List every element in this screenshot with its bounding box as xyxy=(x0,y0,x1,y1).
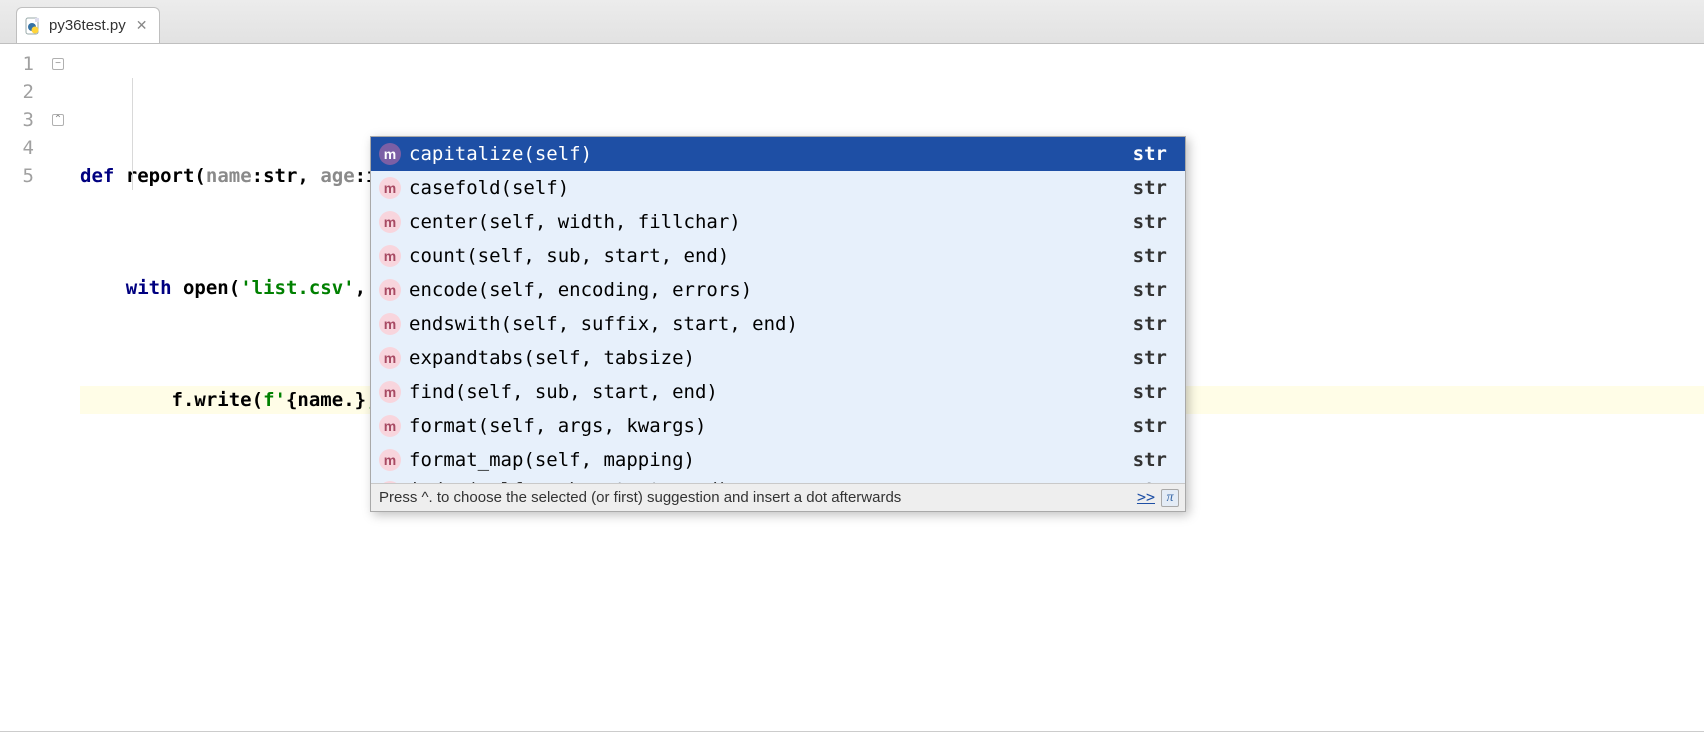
completion-item-label: expandtabs(self, tabsize) xyxy=(409,349,695,368)
completion-item-type: str xyxy=(1133,213,1167,232)
method-icon: m xyxy=(379,415,401,437)
completion-item-type: str xyxy=(1133,451,1167,470)
completion-popup[interactable]: mcapitalize(self)strmcasefold(self)strmc… xyxy=(370,136,1186,512)
completion-item[interactable]: m capitalize(self) str xyxy=(371,137,1185,171)
completion-item[interactable]: m find(self, sub, start, end) str xyxy=(371,375,1185,409)
line-number: 2 xyxy=(0,78,34,106)
completion-item-label: find(self, sub, start, end) xyxy=(409,383,718,402)
method-icon: m xyxy=(379,449,401,471)
method-icon: m xyxy=(379,143,401,165)
completion-item[interactable]: m endswith(self, suffix, start, end) str xyxy=(371,307,1185,341)
completion-item-label: encode(self, encoding, errors) xyxy=(409,281,752,300)
completion-item-type: str xyxy=(1133,349,1167,368)
line-number: 5 xyxy=(0,162,34,190)
completion-item[interactable]: m casefold(self) str xyxy=(371,171,1185,205)
completion-item-type: str xyxy=(1133,417,1167,436)
python-file-icon xyxy=(25,17,43,35)
fold-end-icon[interactable]: ⌃ xyxy=(52,114,64,126)
completion-item-type: str xyxy=(1133,179,1167,198)
editor-tab[interactable]: py36test.py ✕ xyxy=(16,7,160,43)
pi-icon[interactable]: π xyxy=(1161,489,1179,507)
completion-item[interactable]: m center(self, width, fillchar) str xyxy=(371,205,1185,239)
completion-hint: Press ^. to choose the selected (or firs… xyxy=(379,490,901,505)
completion-more-link[interactable]: >> xyxy=(1137,490,1155,505)
completion-item-cutoff: m index(self, sub, start, end) str xyxy=(371,477,1185,483)
completion-list[interactable]: mcapitalize(self)strmcasefold(self)strmc… xyxy=(371,137,1185,483)
completion-item[interactable]: m format_map(self, mapping) str xyxy=(371,443,1185,477)
method-icon: m xyxy=(379,481,401,483)
method-icon: m xyxy=(379,347,401,369)
line-number: 1 xyxy=(0,50,34,78)
completion-item-label: format_map(self, mapping) xyxy=(409,451,695,470)
fold-gutter: − ⌃ xyxy=(44,44,72,731)
method-icon: m xyxy=(379,245,401,267)
completion-item-type: str xyxy=(1133,247,1167,266)
completion-item-label: index(self, sub, start, end) xyxy=(409,481,729,483)
completion-item-type: str xyxy=(1133,145,1167,164)
method-icon: m xyxy=(379,279,401,301)
method-icon: m xyxy=(379,313,401,335)
completion-item-label: format(self, args, kwargs) xyxy=(409,417,706,436)
completion-item-type: str xyxy=(1133,383,1167,402)
code-line xyxy=(80,582,1704,610)
tab-filename: py36test.py xyxy=(49,17,126,34)
completion-item-type: str xyxy=(1133,315,1167,334)
completion-item-label: center(self, width, fillchar) xyxy=(409,213,741,232)
completion-footer: Press ^. to choose the selected (or firs… xyxy=(371,483,1185,511)
method-icon: m xyxy=(379,177,401,199)
line-number-gutter: 1 2 3 4 5 xyxy=(0,44,44,731)
completion-item-label: capitalize(self) xyxy=(409,145,592,164)
completion-item[interactable]: m format(self, args, kwargs) str xyxy=(371,409,1185,443)
line-number: 3 xyxy=(0,106,34,134)
completion-item-label: endswith(self, suffix, start, end) xyxy=(409,315,798,334)
completion-item[interactable]: m expandtabs(self, tabsize) str xyxy=(371,341,1185,375)
tab-bar: py36test.py ✕ xyxy=(0,0,1704,44)
close-icon[interactable]: ✕ xyxy=(136,17,148,34)
completion-item-label: casefold(self) xyxy=(409,179,569,198)
method-icon: m xyxy=(379,211,401,233)
completion-item-label: count(self, sub, start, end) xyxy=(409,247,729,266)
completion-item-type: str xyxy=(1133,281,1167,300)
completion-item-type: str xyxy=(1133,481,1167,483)
line-number: 4 xyxy=(0,134,34,162)
completion-item[interactable]: m encode(self, encoding, errors) str xyxy=(371,273,1185,307)
fold-toggle-icon[interactable]: − xyxy=(52,58,64,70)
indent-guide xyxy=(132,78,133,190)
completion-item[interactable]: m count(self, sub, start, end) str xyxy=(371,239,1185,273)
method-icon: m xyxy=(379,381,401,403)
